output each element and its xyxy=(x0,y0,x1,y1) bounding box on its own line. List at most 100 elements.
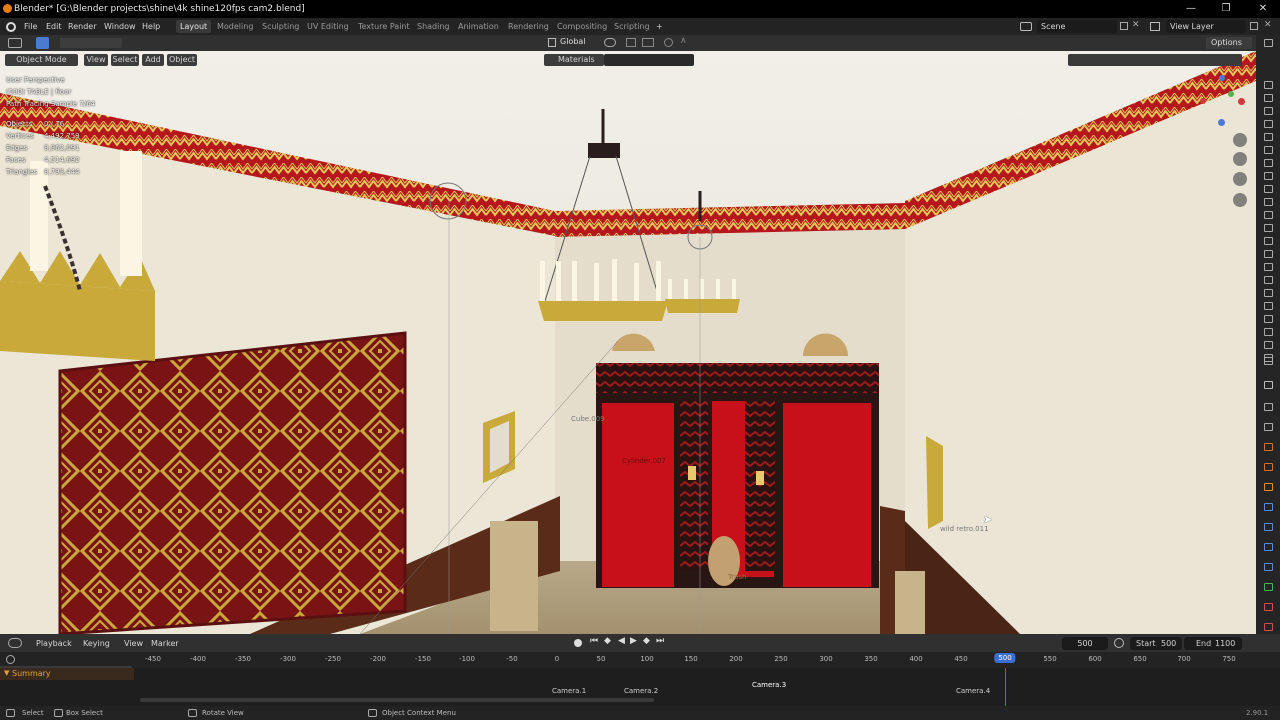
view-layer-properties-icon[interactable] xyxy=(1264,423,1273,431)
timeline-body[interactable]: ▼ Summary Camera.1 Camera.2 Camera.3 Cam… xyxy=(0,668,1280,706)
material-filter-dropdown[interactable]: Materials xyxy=(544,54,604,66)
object-label-cylinder[interactable]: Cylinder.007 xyxy=(622,457,666,465)
maximize-button[interactable]: ❐ xyxy=(1211,0,1241,18)
mode-dropdown[interactable]: Object Mode xyxy=(5,54,78,66)
zoom-icon[interactable] xyxy=(1233,133,1247,147)
playhead-line[interactable] xyxy=(1005,668,1006,706)
add-menu[interactable]: Add xyxy=(142,54,164,66)
summary-channel[interactable]: ▼ Summary xyxy=(0,668,134,680)
object-menu[interactable]: Object xyxy=(167,54,197,66)
menu-file[interactable]: File xyxy=(24,18,37,35)
select-tool-icon[interactable] xyxy=(36,37,49,49)
snap-icon[interactable] xyxy=(626,38,636,47)
timeline-scrollbar[interactable] xyxy=(140,698,654,702)
pan-hand-icon[interactable] xyxy=(1233,152,1247,166)
tab-modeling[interactable]: Modeling xyxy=(213,20,257,33)
blender-menu-icon[interactable] xyxy=(6,22,16,32)
menu-render[interactable]: Render xyxy=(68,18,96,35)
timeline-view-menu[interactable]: View xyxy=(124,635,143,652)
ortho-toggle-icon[interactable] xyxy=(1233,193,1247,207)
scene-selector[interactable]: Scene xyxy=(1037,20,1117,33)
menu-window[interactable]: Window xyxy=(104,18,136,35)
remove-scene-icon[interactable]: ✕ xyxy=(1132,20,1140,30)
playhead-frame-label[interactable]: 500 xyxy=(994,653,1016,663)
collapse-icon[interactable] xyxy=(1264,39,1273,47)
camera-marker-3[interactable]: Camera.3 xyxy=(752,681,786,689)
camera-marker-2[interactable]: Camera.2 xyxy=(624,687,658,695)
active-collection-label: (500) TABLE | floor xyxy=(6,88,72,96)
select-menu[interactable]: Select xyxy=(111,54,139,66)
new-view-layer-icon[interactable] xyxy=(1250,22,1258,30)
tab-rendering[interactable]: Rendering xyxy=(504,20,553,33)
play-reverse-icon[interactable]: ◀ xyxy=(618,636,625,646)
options-dropdown[interactable]: Options xyxy=(1206,37,1252,49)
jump-start-icon[interactable]: ⏮ xyxy=(590,636,598,646)
remove-view-layer-icon[interactable]: ✕ xyxy=(1264,20,1272,30)
tab-shading[interactable]: Shading xyxy=(413,20,454,33)
tab-texture-paint[interactable]: Texture Paint xyxy=(354,20,414,33)
menu-help[interactable]: Help xyxy=(142,18,160,35)
tab-layout[interactable]: Layout xyxy=(176,20,212,33)
tool-properties-icon[interactable] xyxy=(1264,357,1273,365)
new-scene-icon[interactable] xyxy=(1120,22,1128,30)
material-search-input[interactable] xyxy=(604,54,694,66)
snap-target-icon[interactable] xyxy=(642,38,654,47)
modifier-properties-icon[interactable] xyxy=(1264,503,1273,511)
render-properties-icon[interactable] xyxy=(1264,381,1273,389)
timeline-playback-menu[interactable]: Playback xyxy=(36,635,72,652)
physics-properties-icon[interactable] xyxy=(1264,543,1273,551)
outliner-visibility-icons[interactable] xyxy=(1256,81,1280,371)
camera-marker-1[interactable]: Camera.1 xyxy=(552,687,586,695)
timeline-frame-ruler[interactable]: -450 -400 -350 -300 -250 -200 -150 -100 … xyxy=(0,652,1280,668)
view-layer-selector[interactable]: View Layer xyxy=(1166,20,1246,33)
object-properties-icon[interactable] xyxy=(1264,483,1273,491)
camera-view-icon[interactable] xyxy=(1233,172,1247,186)
menu-edit[interactable]: Edit xyxy=(46,18,62,35)
add-workspace-button[interactable]: + xyxy=(652,20,667,33)
world-properties-icon[interactable] xyxy=(1264,463,1273,471)
view-layer-icon xyxy=(1150,22,1160,31)
tab-compositing[interactable]: Compositing xyxy=(553,20,611,33)
timeline-marker-menu[interactable]: Marker xyxy=(151,635,179,652)
tab-scripting[interactable]: Scripting xyxy=(610,20,654,33)
object-label-trash[interactable]: Trash xyxy=(728,573,747,581)
ruler-tick: 650 xyxy=(1133,655,1147,663)
pivot-point-icon[interactable] xyxy=(604,38,616,47)
tab-animation[interactable]: Animation xyxy=(454,20,503,33)
timeline-search-icon[interactable] xyxy=(6,655,15,664)
object-label-cube[interactable]: Cube.009 xyxy=(571,415,605,423)
material-properties-icon[interactable] xyxy=(1264,603,1273,611)
clock-icon[interactable] xyxy=(1114,638,1124,648)
current-frame-field[interactable]: 500 xyxy=(1062,637,1108,650)
expand-triangle-icon[interactable]: ▼ xyxy=(4,669,9,677)
3d-viewport[interactable]: Object Mode View Select Add Object Mater… xyxy=(0,51,1256,634)
tab-uv-editing[interactable]: UV Editing xyxy=(303,20,353,33)
viewport-shading-buttons[interactable] xyxy=(1068,54,1242,66)
data-properties-icon[interactable] xyxy=(1264,583,1273,591)
next-keyframe-icon[interactable]: ◆ xyxy=(643,636,650,646)
object-label-wild-retro[interactable]: wild retro.011 xyxy=(940,525,989,533)
record-icon[interactable] xyxy=(574,639,582,647)
particles-properties-icon[interactable] xyxy=(1264,523,1273,531)
view-menu[interactable]: View xyxy=(84,54,108,66)
prev-keyframe-icon[interactable]: ◆ xyxy=(604,636,611,646)
editor-type-icon[interactable] xyxy=(8,38,22,48)
close-button[interactable]: ✕ xyxy=(1248,0,1278,18)
texture-properties-icon[interactable] xyxy=(1264,623,1273,631)
timeline-editor-type-icon[interactable] xyxy=(8,638,22,648)
navigation-gizmo[interactable] xyxy=(1198,73,1246,126)
jump-end-icon[interactable]: ⏭ xyxy=(656,636,664,646)
output-properties-icon[interactable] xyxy=(1264,403,1273,411)
tab-sculpting[interactable]: Sculpting xyxy=(258,20,303,33)
proportional-editing-icon[interactable] xyxy=(664,38,673,47)
falloff-icon[interactable]: ∧ xyxy=(680,36,687,46)
minimize-button[interactable]: — xyxy=(1176,0,1206,18)
camera-marker-4[interactable]: Camera.4 xyxy=(956,687,990,695)
play-icon[interactable]: ▶ xyxy=(630,636,637,646)
timeline-keying-menu[interactable]: Keying xyxy=(83,635,110,652)
selection-mode-buttons[interactable] xyxy=(60,38,122,48)
constraints-properties-icon[interactable] xyxy=(1264,563,1273,571)
scene-properties-icon[interactable] xyxy=(1264,443,1273,451)
transform-orientation-dropdown[interactable]: Global xyxy=(560,37,586,46)
start-frame-value: 500 xyxy=(1161,639,1177,648)
